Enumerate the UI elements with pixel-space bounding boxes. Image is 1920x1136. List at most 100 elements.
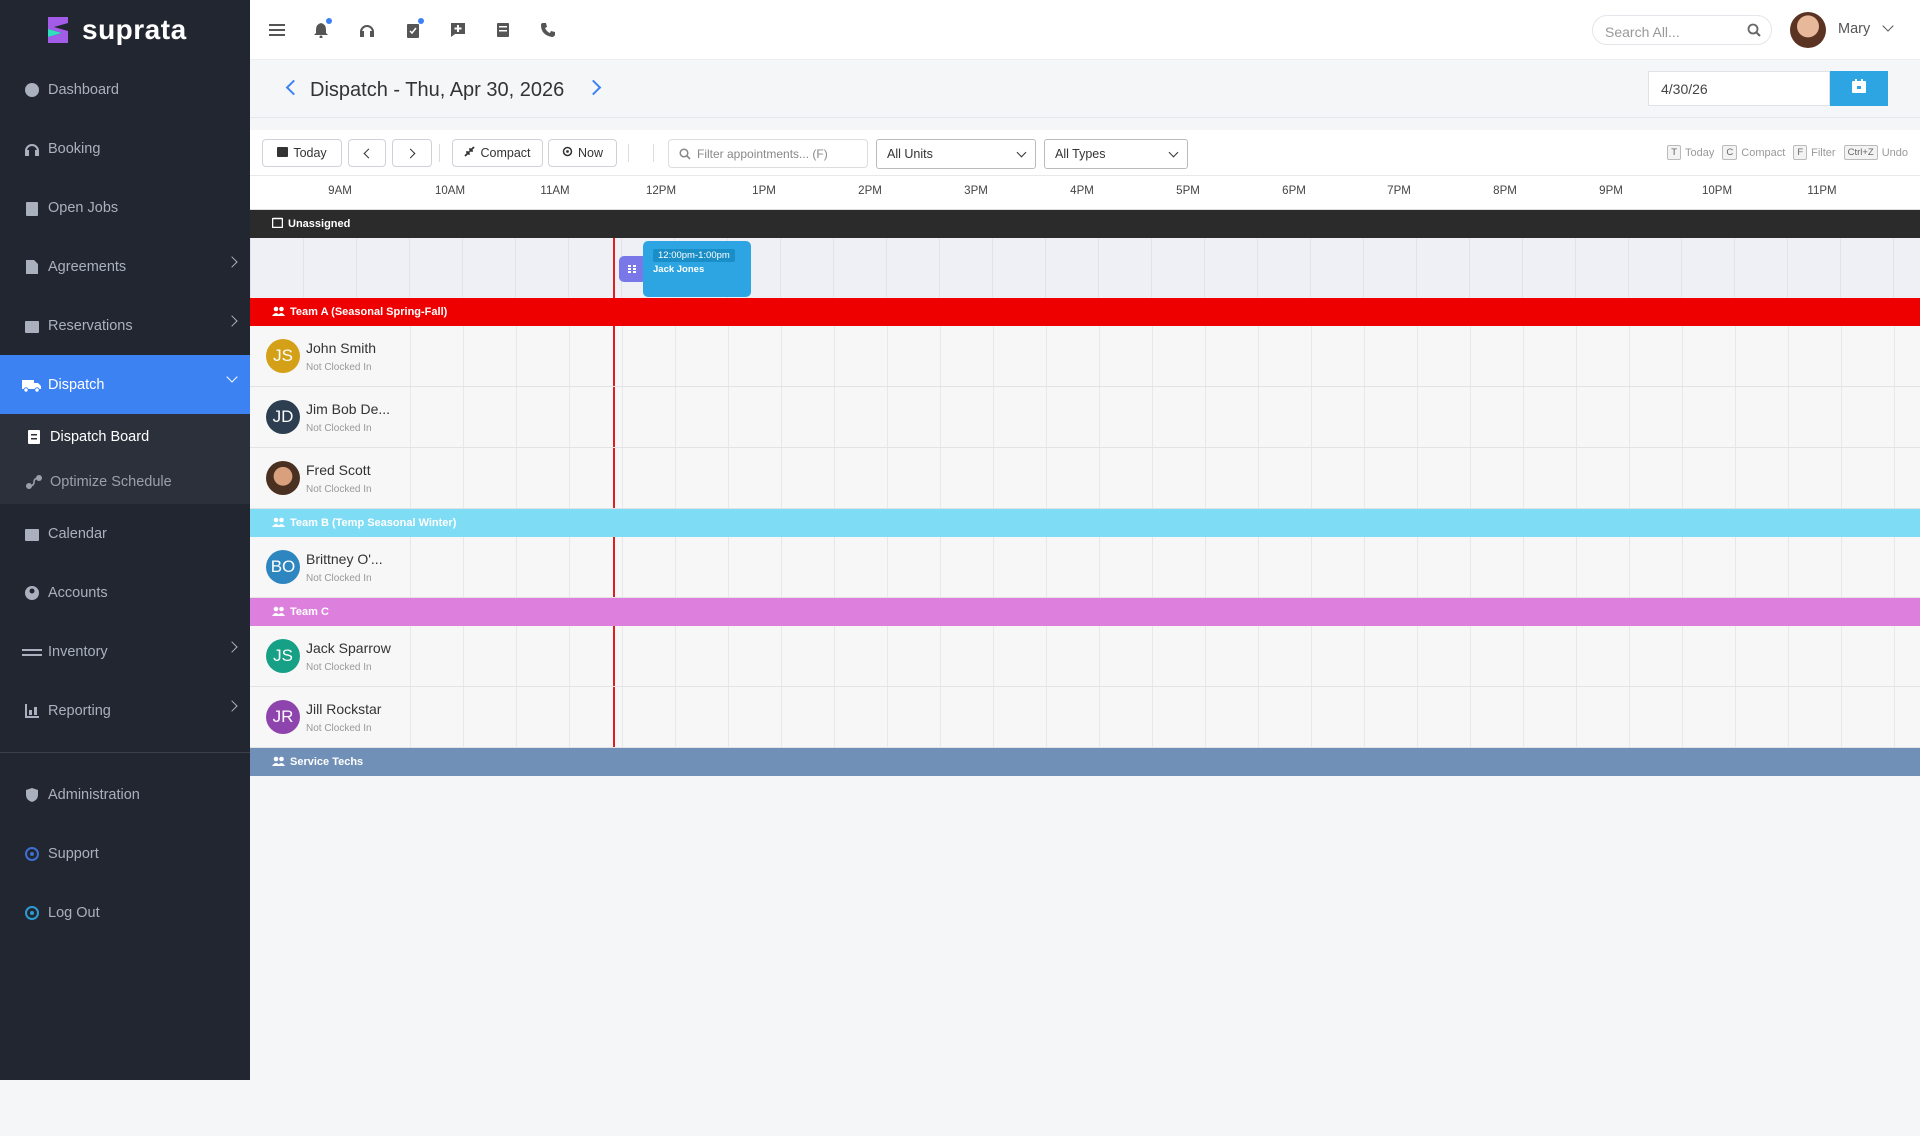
avatar: JS xyxy=(266,339,300,373)
user-name[interactable]: Mary xyxy=(1838,21,1870,37)
sidebar-item-label: Administration xyxy=(48,786,140,803)
phone-icon[interactable] xyxy=(537,19,559,41)
next-day-arrow-icon[interactable] xyxy=(585,79,602,96)
menu-icon[interactable] xyxy=(266,19,288,41)
calendar-button[interactable] xyxy=(1830,71,1888,106)
document-icon[interactable] xyxy=(492,19,514,41)
hour-label: 12PM xyxy=(645,185,677,197)
sidebar-item-agreements[interactable]: Agreements xyxy=(0,237,250,296)
tech-status: Not Clocked In xyxy=(306,484,372,495)
sidebar-subitem-dispatch-board[interactable]: Dispatch Board xyxy=(0,414,250,459)
sidebar-item-label: Booking xyxy=(48,140,101,157)
prev-button[interactable] xyxy=(348,139,386,167)
sidebar-subitem-optimize-schedule[interactable]: Optimize Schedule xyxy=(0,459,250,504)
sidebar-item-support[interactable]: Support xyxy=(0,824,250,883)
tech-name: Brittney O'... xyxy=(306,551,383,567)
sidebar-item-open-jobs[interactable]: Open Jobs xyxy=(0,178,250,237)
time-grid[interactable] xyxy=(410,687,1920,747)
avatar: JD xyxy=(266,400,300,434)
keyboard-hints: T Today C Compact F Filter Ctrl+Z Undo xyxy=(1663,145,1908,160)
comment-plus-icon[interactable] xyxy=(447,19,469,41)
tech-row[interactable]: JR Jill Rockstar Not Clocked In xyxy=(250,687,1920,748)
filter-appointments-input[interactable]: Filter appointments... (F) xyxy=(668,139,868,168)
time-grid[interactable] xyxy=(410,626,1920,686)
sidebar-item-accounts[interactable]: Accounts xyxy=(0,563,250,622)
sidebar-item-booking[interactable]: Booking xyxy=(0,119,250,178)
team-header[interactable]: Team C xyxy=(250,598,1920,626)
tech-row[interactable]: Fred Scott Not Clocked In xyxy=(250,448,1920,509)
shield-icon xyxy=(22,785,42,805)
time-grid[interactable] xyxy=(410,448,1920,508)
headset-icon[interactable] xyxy=(356,19,378,41)
dispatch-board: Unassigned 12:00pm-1:00pm Jack Jones Tea… xyxy=(250,210,1920,776)
sidebar-item-reservations[interactable]: Reservations xyxy=(0,296,250,355)
units-select[interactable]: All Units xyxy=(876,139,1036,169)
appointment-card[interactable]: 12:00pm-1:00pm Jack Jones xyxy=(643,241,751,297)
brand-name: suprata xyxy=(82,14,187,45)
time-grid[interactable] xyxy=(410,537,1920,597)
kbd-key: Ctrl+Z xyxy=(1843,145,1878,160)
now-button[interactable]: Now xyxy=(548,139,617,167)
tech-row[interactable]: BO Brittney O'... Not Clocked In xyxy=(250,537,1920,598)
calendar-icon xyxy=(1851,78,1867,99)
compress-icon xyxy=(464,146,476,160)
team-header[interactable]: Team A (Seasonal Spring-Fall) xyxy=(250,298,1920,326)
tech-row[interactable]: JS Jack Sparrow Not Clocked In xyxy=(250,626,1920,687)
prev-day-arrow-icon[interactable] xyxy=(285,79,302,96)
tech-name: Fred Scott xyxy=(306,462,371,478)
users-icon xyxy=(272,306,285,319)
clipboard-icon xyxy=(22,198,42,218)
document-icon xyxy=(22,257,42,277)
sidebar-footer-space xyxy=(0,1080,250,1136)
chart-icon xyxy=(22,701,42,721)
sidebar-divider xyxy=(0,752,250,753)
global-search-input[interactable]: Search All... xyxy=(1592,15,1772,45)
team-header[interactable]: Team B (Temp Seasonal Winter) xyxy=(250,509,1920,537)
tech-row[interactable]: JD Jim Bob De... Not Clocked In xyxy=(250,387,1920,448)
logo-icon xyxy=(44,13,72,47)
next-button[interactable] xyxy=(392,139,432,167)
sidebar-item-label: Dashboard xyxy=(48,81,119,98)
unassigned-row[interactable]: 12:00pm-1:00pm Jack Jones xyxy=(250,238,1920,298)
tech-name: Jack Sparrow xyxy=(306,640,391,656)
toolbar-divider xyxy=(439,144,440,162)
types-select[interactable]: All Types xyxy=(1044,139,1188,169)
sidebar-item-inventory[interactable]: Inventory xyxy=(0,622,250,681)
chevron-down-icon[interactable] xyxy=(1882,20,1894,32)
tech-name: Jill Rockstar xyxy=(306,701,382,717)
tech-row[interactable]: JS John Smith Not Clocked In xyxy=(250,326,1920,387)
chevron-left-icon xyxy=(363,148,374,158)
brand-logo[interactable]: suprata xyxy=(0,0,250,60)
hour-label: 11PM xyxy=(1807,185,1837,197)
sidebar-item-calendar[interactable]: Calendar xyxy=(0,504,250,563)
board-toolbar: Today Compact Now Filter appointments...… xyxy=(250,130,1920,176)
sidebar-item-log-out[interactable]: Log Out xyxy=(0,883,250,942)
search-icon[interactable] xyxy=(1747,23,1761,40)
date-picker-input[interactable]: 4/30/26 xyxy=(1648,71,1830,106)
today-button[interactable]: Today xyxy=(262,139,342,167)
current-time-line xyxy=(613,626,615,686)
sidebar-item-label: Dispatch xyxy=(48,376,105,393)
time-grid[interactable] xyxy=(410,326,1920,386)
kbd-label: Undo xyxy=(1881,146,1908,159)
sidebar-item-dispatch[interactable]: Dispatch xyxy=(0,355,250,414)
compact-button[interactable]: Compact xyxy=(452,139,543,167)
current-time-line xyxy=(613,448,615,508)
time-grid[interactable] xyxy=(410,387,1920,447)
sidebar-item-administration[interactable]: Administration xyxy=(0,765,250,824)
calendar-check-icon xyxy=(22,316,42,336)
sidebar-item-label: Reporting xyxy=(48,702,111,719)
hour-label: 9AM xyxy=(328,185,352,197)
tech-status: Not Clocked In xyxy=(306,423,372,434)
group-label: Team B (Temp Seasonal Winter) xyxy=(290,517,457,529)
current-time-line xyxy=(613,238,615,298)
compact-button-label: Compact xyxy=(480,146,531,160)
sidebar-item-dashboard[interactable]: Dashboard xyxy=(0,60,250,119)
clipboard-list-icon xyxy=(24,429,44,445)
bell-icon[interactable] xyxy=(310,18,332,41)
team-header[interactable]: Service Techs xyxy=(250,748,1920,776)
checklist-icon[interactable] xyxy=(402,18,424,41)
sidebar-item-reporting[interactable]: Reporting xyxy=(0,681,250,740)
user-avatar[interactable] xyxy=(1790,12,1826,48)
page-header: Dispatch - Thu, Apr 30, 2026 4/30/26 xyxy=(250,60,1920,118)
